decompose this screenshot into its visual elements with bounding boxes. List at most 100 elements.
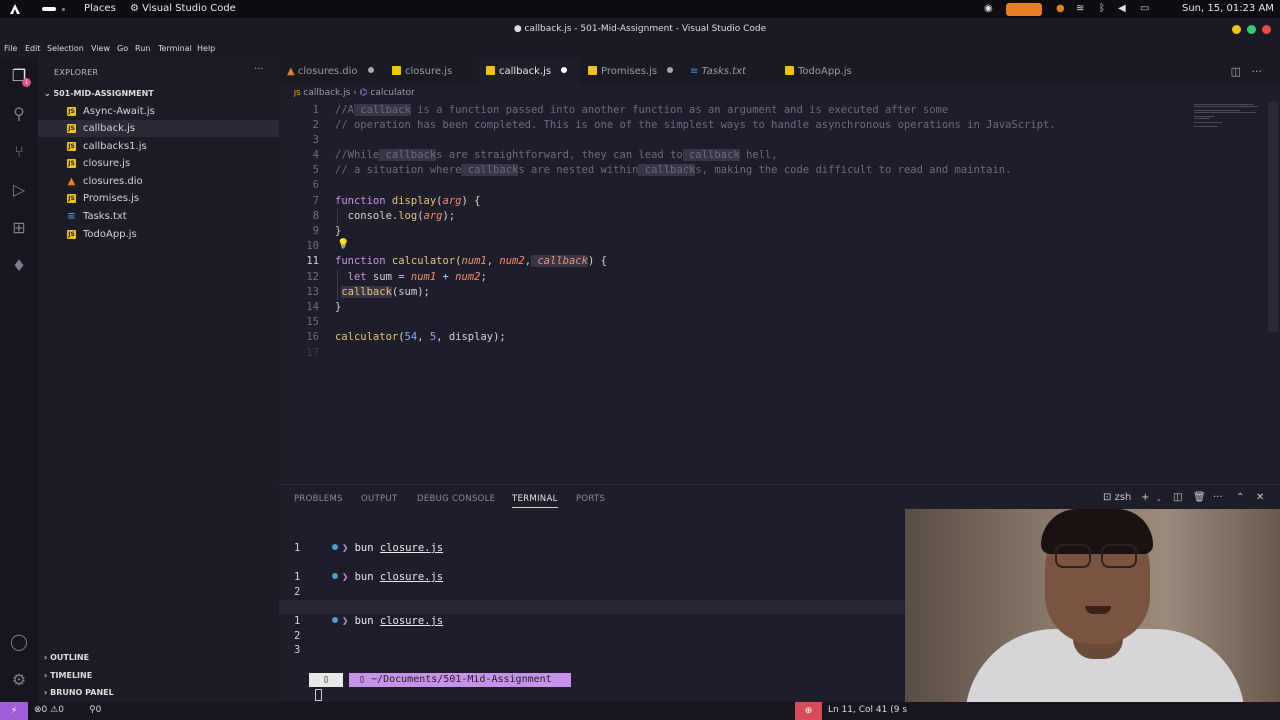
menu-selection[interactable]: Selection	[47, 44, 84, 53]
outline-section[interactable]: › OUTLINE	[44, 653, 89, 662]
warning-count: 0	[58, 705, 64, 715]
source-control-icon[interactable]: ⑂	[9, 142, 29, 162]
file-item[interactable]: ≡ Tasks.txt	[38, 208, 279, 225]
file-item[interactable]: JS Async-Await.js	[38, 103, 279, 120]
cursor-position[interactable]: Ln 11, Col 41 (9 s	[828, 705, 907, 715]
menu-run[interactable]: Run	[135, 44, 150, 53]
tab-tasks-txt[interactable]: ≡ Tasks.txt	[690, 58, 775, 85]
screen-share-icon[interactable]: ◉	[984, 3, 993, 14]
code-line[interactable]: //While callbacks are straightforward, t…	[335, 148, 778, 163]
terminal-file-link[interactable]: closure.js	[380, 571, 443, 583]
breadcrumb-file[interactable]: callback.js	[303, 88, 350, 98]
code-line[interactable]: function display(arg) {	[335, 194, 480, 209]
minimize-button[interactable]	[1232, 25, 1241, 34]
microphone-icon[interactable]: ●	[1056, 3, 1065, 14]
trash-icon[interactable]: 🗑	[1193, 492, 1206, 503]
file-item[interactable]: ▲ closures.dio	[38, 173, 279, 190]
editor-scrollbar[interactable]	[1268, 102, 1278, 332]
maximize-panel-icon[interactable]: ⌃	[1236, 492, 1244, 503]
clock[interactable]: Sun, 15, 01:23 AM	[1182, 3, 1274, 14]
battery-icon[interactable]: ▭	[1140, 3, 1149, 14]
lightbulb-icon[interactable]: 💡	[337, 239, 349, 250]
terminal-output-line: 1	[294, 571, 301, 583]
mongodb-icon[interactable]: ♦	[9, 256, 29, 276]
more-actions-icon[interactable]: ···	[254, 64, 264, 75]
terminal-file-link[interactable]: closure.js	[380, 615, 443, 627]
volume-icon[interactable]: ◀	[1118, 3, 1126, 14]
tab-closure-js[interactable]: closure.js	[392, 58, 484, 85]
code-line[interactable]: // a situation where callbacks are neste…	[335, 163, 1011, 178]
app-menu[interactable]: ⚙ Visual Studio Code	[130, 3, 236, 14]
account-icon[interactable]: ◯	[9, 632, 29, 652]
tab-callback-js[interactable]: callback.js	[479, 58, 579, 85]
menu-file[interactable]: File	[4, 44, 17, 53]
folder-root[interactable]: ⌄ 501-MID-ASSIGNMENT	[44, 89, 154, 98]
file-item[interactable]: JS Promises.js	[38, 190, 279, 207]
split-editor-icon[interactable]: ◫	[1231, 65, 1241, 78]
code-line[interactable]: // operation has been completed. This is…	[335, 118, 1056, 133]
file-item[interactable]: JS closure.js	[38, 155, 279, 172]
chevron-down-icon[interactable]: ⌄	[1156, 495, 1162, 503]
new-terminal-icon[interactable]: +	[1141, 492, 1149, 503]
code-line[interactable]: console.log(arg);	[335, 209, 456, 224]
file-item[interactable]: JS TodoApp.js	[38, 226, 279, 243]
tab-promises-js[interactable]: Promises.js	[588, 58, 678, 85]
menu-terminal[interactable]: Terminal	[158, 44, 192, 53]
file-item[interactable]: JS callback.js	[38, 120, 279, 137]
more-actions-icon[interactable]: ···	[1252, 65, 1263, 78]
code-line[interactable]: let sum = num1 + num2;	[335, 270, 487, 285]
code-line[interactable]: function calculator(num1, num2, callback…	[335, 254, 607, 269]
ports-status[interactable]: ⚲0	[89, 705, 101, 715]
ports-icon: ⚲	[89, 705, 96, 715]
problems-status[interactable]: ⊗0 ⚠0	[34, 705, 64, 715]
terminal-file-link[interactable]: closure.js	[380, 542, 443, 554]
tab-todoapp-js[interactable]: TodoApp.js	[785, 58, 875, 85]
wifi-icon[interactable]: ≋	[1076, 3, 1084, 14]
split-terminal-icon[interactable]: ◫	[1173, 492, 1182, 503]
settings-gear-icon[interactable]: ⚙	[9, 670, 29, 690]
menu-view[interactable]: View	[91, 44, 110, 53]
code-editor[interactable]: 1 2 3 4 5 6 7 8 9 10 11 12 13 14 15 16 1…	[279, 102, 1280, 484]
menu-go[interactable]: Go	[117, 44, 128, 53]
workspace-dot[interactable]	[62, 8, 65, 11]
code-token: s are straightforward, they can lead to	[436, 149, 683, 161]
activities-logo-icon[interactable]	[9, 3, 21, 15]
workspace-indicator[interactable]	[42, 7, 56, 11]
menu-edit[interactable]: Edit	[25, 44, 41, 53]
close-panel-icon[interactable]: ✕	[1256, 492, 1264, 503]
remote-indicator[interactable]: ⚡	[0, 702, 28, 720]
javascript-file-icon: JS	[294, 89, 301, 97]
extensions-icon[interactable]: ⊞	[9, 218, 29, 238]
code-line[interactable]: }	[335, 224, 341, 239]
run-debug-icon[interactable]: ▷	[9, 180, 29, 200]
line-number: 12	[306, 271, 319, 283]
bruno-panel-section[interactable]: › BRUNO PANEL	[44, 688, 114, 697]
terminal-command-line: ❯ bun closure.js	[294, 527, 443, 554]
file-item[interactable]: JS callbacks1.js	[38, 138, 279, 155]
maximize-button[interactable]	[1247, 25, 1256, 34]
breadcrumb-symbol[interactable]: calculator	[370, 88, 414, 98]
terminal-shell-selector[interactable]: ⊡ zsh	[1103, 492, 1131, 503]
tab-ports[interactable]: PORTS	[576, 494, 605, 504]
code-line[interactable]: }	[335, 300, 341, 315]
menu-help[interactable]: Help	[197, 44, 215, 53]
javascript-file-icon	[785, 66, 794, 75]
code-line[interactable]: calculator(54, 5, display);	[335, 330, 506, 345]
javascript-file-icon: JS	[67, 194, 76, 203]
bluetooth-icon[interactable]: ᛒ	[1099, 3, 1105, 14]
tab-output[interactable]: OUTPUT	[361, 494, 397, 504]
code-line[interactable]: callback(sum);	[335, 285, 430, 300]
minimap[interactable]	[1194, 104, 1258, 127]
code-line[interactable]: //A callback is a function passed into a…	[335, 103, 948, 118]
places-menu[interactable]: Places	[84, 3, 116, 14]
tab-closures-dio[interactable]: ▲ closures.dio	[287, 58, 387, 85]
more-actions-icon[interactable]: ···	[1213, 492, 1223, 503]
zoom-icon[interactable]: ⊕	[795, 702, 822, 720]
timeline-section[interactable]: › TIMELINE	[44, 671, 92, 680]
tab-terminal[interactable]: TERMINAL	[512, 494, 558, 508]
close-button[interactable]	[1262, 25, 1271, 34]
tab-problems[interactable]: PROBLEMS	[294, 494, 343, 504]
recording-indicator[interactable]	[1006, 3, 1042, 16]
tab-debug-console[interactable]: DEBUG CONSOLE	[417, 494, 495, 504]
search-icon[interactable]: ⚲	[9, 104, 29, 124]
